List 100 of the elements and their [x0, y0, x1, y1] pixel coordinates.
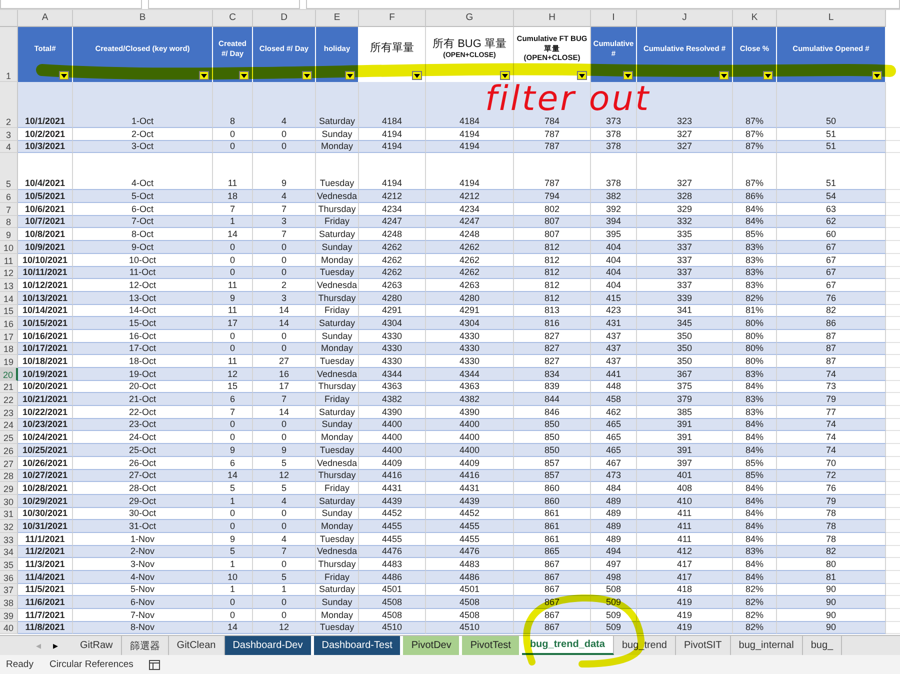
table-cell: 90: [777, 622, 886, 634]
sheet-tab[interactable]: PivotDev: [403, 636, 462, 655]
column-header[interactable]: H: [514, 10, 591, 27]
row-header[interactable]: 34: [0, 546, 18, 558]
column-header[interactable]: L: [777, 10, 886, 27]
row-header[interactable]: 10: [0, 241, 18, 254]
column-header[interactable]: D: [253, 10, 316, 27]
row-header[interactable]: 21: [0, 380, 18, 394]
filter-button[interactable]: [719, 71, 729, 80]
table-cell: 76: [777, 292, 886, 305]
table-cell: 0: [253, 241, 316, 254]
table-cell: 4486: [426, 571, 514, 584]
row-header[interactable]: 12: [0, 266, 18, 280]
filter-button[interactable]: [412, 71, 422, 80]
row-header[interactable]: 30: [0, 494, 18, 508]
table-cell: 4-Nov: [73, 571, 213, 584]
sheet-icon[interactable]: [149, 660, 160, 670]
table-cell: 54: [777, 190, 886, 204]
row-header[interactable]: 13: [0, 279, 18, 292]
filter-button[interactable]: [59, 71, 69, 80]
row-header[interactable]: 6: [0, 190, 18, 204]
filter-button[interactable]: [199, 71, 209, 80]
table-cell: 401: [637, 470, 733, 482]
filter-button[interactable]: [302, 71, 312, 80]
row-header[interactable]: 38: [0, 596, 18, 610]
table-cell: 0: [253, 418, 316, 432]
row-header[interactable]: 35: [0, 558, 18, 571]
row-header[interactable]: 29: [0, 482, 18, 495]
table-cell: 844: [514, 393, 591, 406]
row-header[interactable]: 3: [0, 128, 18, 141]
table-cell: 8: [213, 82, 253, 128]
row-header[interactable]: 9: [0, 228, 18, 242]
sheet-tab[interactable]: bug_trend_data: [522, 636, 614, 655]
row-header[interactable]: 7: [0, 203, 18, 216]
table-cell: Thursday: [316, 470, 359, 482]
table-cell: 10/1/2021: [18, 82, 73, 128]
row-header[interactable]: 31: [0, 508, 18, 520]
row-header[interactable]: 20: [0, 368, 18, 381]
sheet-tab[interactable]: PivotTest: [462, 636, 522, 655]
row-header[interactable]: 32: [0, 520, 18, 533]
column-header[interactable]: I: [591, 10, 637, 27]
table-cell: 391: [637, 418, 733, 432]
filter-button[interactable]: [500, 71, 510, 80]
row-header[interactable]: 28: [0, 470, 18, 482]
row-header[interactable]: 1: [0, 27, 18, 82]
row-header[interactable]: 26: [0, 444, 18, 457]
row-header[interactable]: 24: [0, 418, 18, 432]
column-header[interactable]: K: [733, 10, 777, 27]
row-header[interactable]: 19: [0, 355, 18, 368]
column-header[interactable]: G: [426, 10, 514, 27]
row-header[interactable]: 25: [0, 431, 18, 444]
row-header[interactable]: 14: [0, 292, 18, 305]
row-header[interactable]: 37: [0, 584, 18, 596]
column-header[interactable]: B: [73, 10, 213, 27]
filter-button[interactable]: [345, 71, 355, 80]
formula-field[interactable]: [148, 0, 300, 9]
handwritten-note: filter out: [485, 82, 651, 116]
row-header[interactable]: 27: [0, 456, 18, 470]
table-cell: 391: [637, 444, 733, 457]
row-header[interactable]: 5: [0, 153, 18, 190]
formula-field[interactable]: [306, 0, 900, 9]
column-header[interactable]: F: [359, 10, 426, 27]
filter-button[interactable]: [577, 71, 587, 80]
sheet-tab[interactable]: Dashboard-Test: [314, 636, 404, 655]
table-cell: 10/11/2021: [18, 266, 73, 280]
row-header[interactable]: 33: [0, 532, 18, 546]
table-cell: 14: [213, 470, 253, 482]
table-cell: 12: [213, 368, 253, 381]
row-header[interactable]: 8: [0, 216, 18, 228]
sheet-tab[interactable]: Dashboard-Dev: [224, 636, 314, 655]
column-header[interactable]: A: [18, 10, 73, 27]
row-header[interactable]: 2: [0, 82, 18, 128]
filter-button[interactable]: [872, 71, 882, 80]
status-text: Ready: [6, 659, 34, 670]
row-header[interactable]: 40: [0, 622, 18, 634]
scroll-arrow[interactable]: ▸: [53, 640, 58, 652]
column-header[interactable]: C: [213, 10, 253, 27]
table-cell: 4510: [359, 622, 426, 634]
row-header[interactable]: 18: [0, 342, 18, 356]
column-header[interactable]: E: [316, 10, 359, 27]
table-cell: 4194: [426, 140, 514, 154]
filter-button[interactable]: [763, 71, 773, 80]
row-header[interactable]: 15: [0, 304, 18, 318]
row-header[interactable]: 17: [0, 330, 18, 343]
table-cell: 337: [637, 241, 733, 254]
row-header[interactable]: 22: [0, 393, 18, 406]
table-cell: 0: [213, 140, 253, 154]
row-header[interactable]: 36: [0, 571, 18, 584]
table-cell: 4400: [426, 418, 514, 432]
filter-button[interactable]: [239, 71, 249, 80]
row-header[interactable]: 16: [0, 317, 18, 330]
table-cell: Sunday: [316, 241, 359, 254]
row-header[interactable]: 11: [0, 254, 18, 266]
table-cell: Saturday: [316, 494, 359, 508]
filter-button[interactable]: [623, 71, 633, 80]
table-cell: 431: [591, 317, 637, 330]
column-header[interactable]: J: [637, 10, 733, 27]
row-header[interactable]: 4: [0, 140, 18, 154]
row-header[interactable]: 39: [0, 609, 18, 622]
row-header[interactable]: 23: [0, 406, 18, 419]
